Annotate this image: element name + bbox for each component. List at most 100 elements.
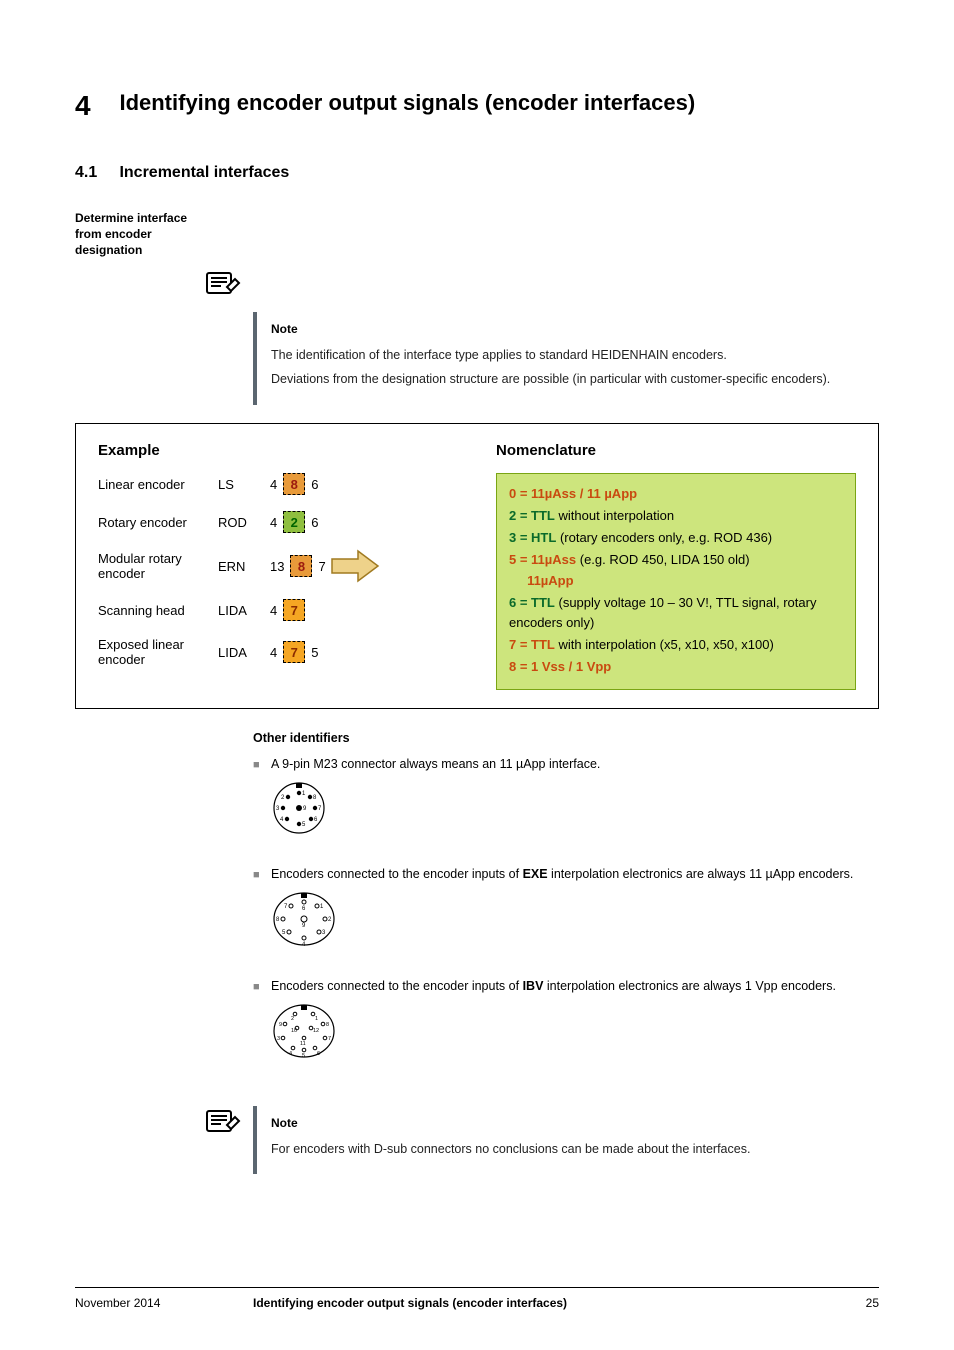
- bullet-text: Encoders connected to the encoder inputs…: [271, 977, 879, 996]
- nom-text: (e.g. ROD 450, LIDA 150 old): [576, 552, 749, 567]
- svg-text:12: 12: [313, 1028, 319, 1034]
- chapter-number: 4: [75, 90, 115, 122]
- digit-highlighted: 2: [283, 511, 305, 533]
- svg-text:8: 8: [326, 1022, 329, 1028]
- encoder-code: LIDA: [218, 645, 270, 660]
- nom-key-7: 7 = TTL: [509, 637, 555, 652]
- encoder-type: Linear encoder: [98, 477, 218, 492]
- connector-exe-icon: 6 1 2 3 4 5 8 7 9: [271, 890, 337, 948]
- digit: 4: [270, 477, 277, 492]
- note-para: Deviations from the designation structur…: [271, 370, 865, 389]
- nom-text: (rotary encoders only, e.g. ROD 436): [556, 530, 772, 545]
- footer-date: November 2014: [75, 1296, 253, 1310]
- page-footer: November 2014 Identifying encoder output…: [75, 1287, 879, 1310]
- nom-key-3: 3 = HTL: [509, 530, 556, 545]
- svg-text:7: 7: [328, 1036, 331, 1042]
- svg-text:5: 5: [302, 822, 306, 828]
- section-title: Incremental interfaces: [119, 164, 289, 182]
- svg-text:3: 3: [277, 1036, 280, 1042]
- note-para: The identification of the interface type…: [271, 346, 865, 365]
- nom-key-2: 2 = TTL: [509, 508, 555, 523]
- encoder-code: ROD: [218, 515, 270, 530]
- example-diagram: Example Linear encoder LS 4 8 6 Rotary e…: [75, 423, 879, 709]
- digit: 7: [318, 559, 325, 574]
- footer-title: Identifying encoder output signals (enco…: [253, 1296, 839, 1310]
- digit-highlighted: 7: [283, 599, 305, 621]
- svg-text:6: 6: [302, 906, 306, 912]
- footer-page-number: 25: [839, 1296, 879, 1310]
- chapter-header: 4 Identifying encoder output signals (en…: [75, 90, 879, 122]
- nomenclature-box: 0 = 11µAss / 11 µApp 2 = TTL without int…: [496, 473, 856, 690]
- svg-text:8: 8: [313, 795, 317, 801]
- bullet-icon: ■: [253, 867, 265, 884]
- bullet-block: ■ Encoders connected to the encoder input…: [253, 977, 879, 1075]
- example-row: Modular rotary encoder ERN 13 8 7: [98, 549, 468, 583]
- svg-text:3: 3: [276, 806, 280, 812]
- svg-text:11: 11: [300, 1041, 306, 1047]
- encoder-type: Scanning head: [98, 603, 218, 618]
- encoder-type: Exposed linear encoder: [98, 637, 218, 667]
- svg-text:9: 9: [303, 806, 307, 812]
- svg-text:1: 1: [320, 904, 324, 910]
- note-body: For encoders with D-sub connectors no co…: [271, 1140, 865, 1159]
- section-number: 4.1: [75, 164, 115, 182]
- encoder-type: Rotary encoder: [98, 515, 218, 530]
- digit: 6: [311, 477, 318, 492]
- nom-text: without interpolation: [555, 508, 674, 523]
- svg-text:9: 9: [302, 923, 306, 929]
- svg-text:1: 1: [315, 1016, 318, 1022]
- digit: 5: [311, 645, 318, 660]
- note-block-2: Note For encoders with D-sub connectors …: [253, 1106, 879, 1175]
- bullet-block: ■ Encoders connected to the encoder input…: [253, 865, 879, 963]
- connector-9pin-icon: 1 8 7 6 5 4 3 2 9: [271, 780, 327, 836]
- digit: 4: [270, 645, 277, 660]
- digit: 13: [270, 559, 284, 574]
- arrow-icon: [330, 549, 380, 583]
- note-heading: Note: [271, 1116, 865, 1130]
- nom-key-8: 8 = 1 Vss / 1 Vpp: [509, 659, 611, 674]
- bullet-text: Encoders connected to the encoder inputs…: [271, 865, 879, 884]
- note-heading: Note: [271, 322, 865, 336]
- bullet-text: A 9-pin M23 connector always means an 11…: [271, 755, 879, 774]
- chapter-title: Identifying encoder output signals (enco…: [119, 90, 695, 116]
- svg-text:6: 6: [314, 817, 318, 823]
- note-para: For encoders with D-sub connectors no co…: [271, 1140, 865, 1159]
- svg-text:1: 1: [302, 791, 306, 797]
- nom-key-0: 0 = 11µAss / 11 µApp: [509, 486, 637, 501]
- svg-text:4: 4: [280, 817, 284, 823]
- svg-text:10: 10: [291, 1028, 297, 1034]
- section-header: 4.1 Incremental interfaces: [75, 122, 879, 182]
- nomenclature-heading: Nomenclature: [496, 442, 856, 459]
- note-icon: [205, 269, 241, 299]
- example-row: Rotary encoder ROD 4 2 6: [98, 511, 468, 533]
- bullet-icon: ■: [253, 979, 265, 996]
- svg-text:6: 6: [317, 1051, 320, 1057]
- svg-text:2: 2: [281, 795, 285, 801]
- encoder-code: LIDA: [218, 603, 270, 618]
- connector-ibv-icon: 2 1 9 8 3 7 4 6 5 10 12 11: [271, 1002, 337, 1060]
- nom-key-5: 5 = 11µAss: [509, 552, 576, 567]
- bullet-icon: ■: [253, 757, 265, 774]
- note-block-1: Note The identification of the interface…: [253, 312, 879, 406]
- svg-text:9: 9: [279, 1022, 282, 1028]
- margin-label: Determine interface from encoder designa…: [75, 210, 215, 259]
- nom-key-5b: 11µApp: [527, 573, 574, 588]
- note-body: The identification of the interface type…: [271, 346, 865, 390]
- svg-text:2: 2: [291, 1016, 294, 1022]
- nom-key-6: 6 = TTL: [509, 595, 555, 610]
- other-identifiers-heading: Other identifiers: [253, 731, 879, 745]
- encoder-type: Modular rotary encoder: [98, 551, 218, 581]
- encoder-code: LS: [218, 477, 270, 492]
- digit-highlighted: 7: [283, 641, 305, 663]
- svg-text:5: 5: [302, 1053, 305, 1059]
- digit-highlighted: 8: [283, 473, 305, 495]
- svg-text:5: 5: [282, 930, 286, 936]
- digit: 6: [311, 515, 318, 530]
- digit: 4: [270, 515, 277, 530]
- nom-text: with interpolation (x5, x10, x50, x100): [555, 637, 774, 652]
- digit: 4: [270, 603, 277, 618]
- bullet-block: ■ A 9-pin M23 connector always means an 1…: [253, 755, 879, 851]
- svg-text:3: 3: [322, 930, 326, 936]
- note-icon: [205, 1107, 241, 1137]
- svg-text:4: 4: [289, 1051, 292, 1057]
